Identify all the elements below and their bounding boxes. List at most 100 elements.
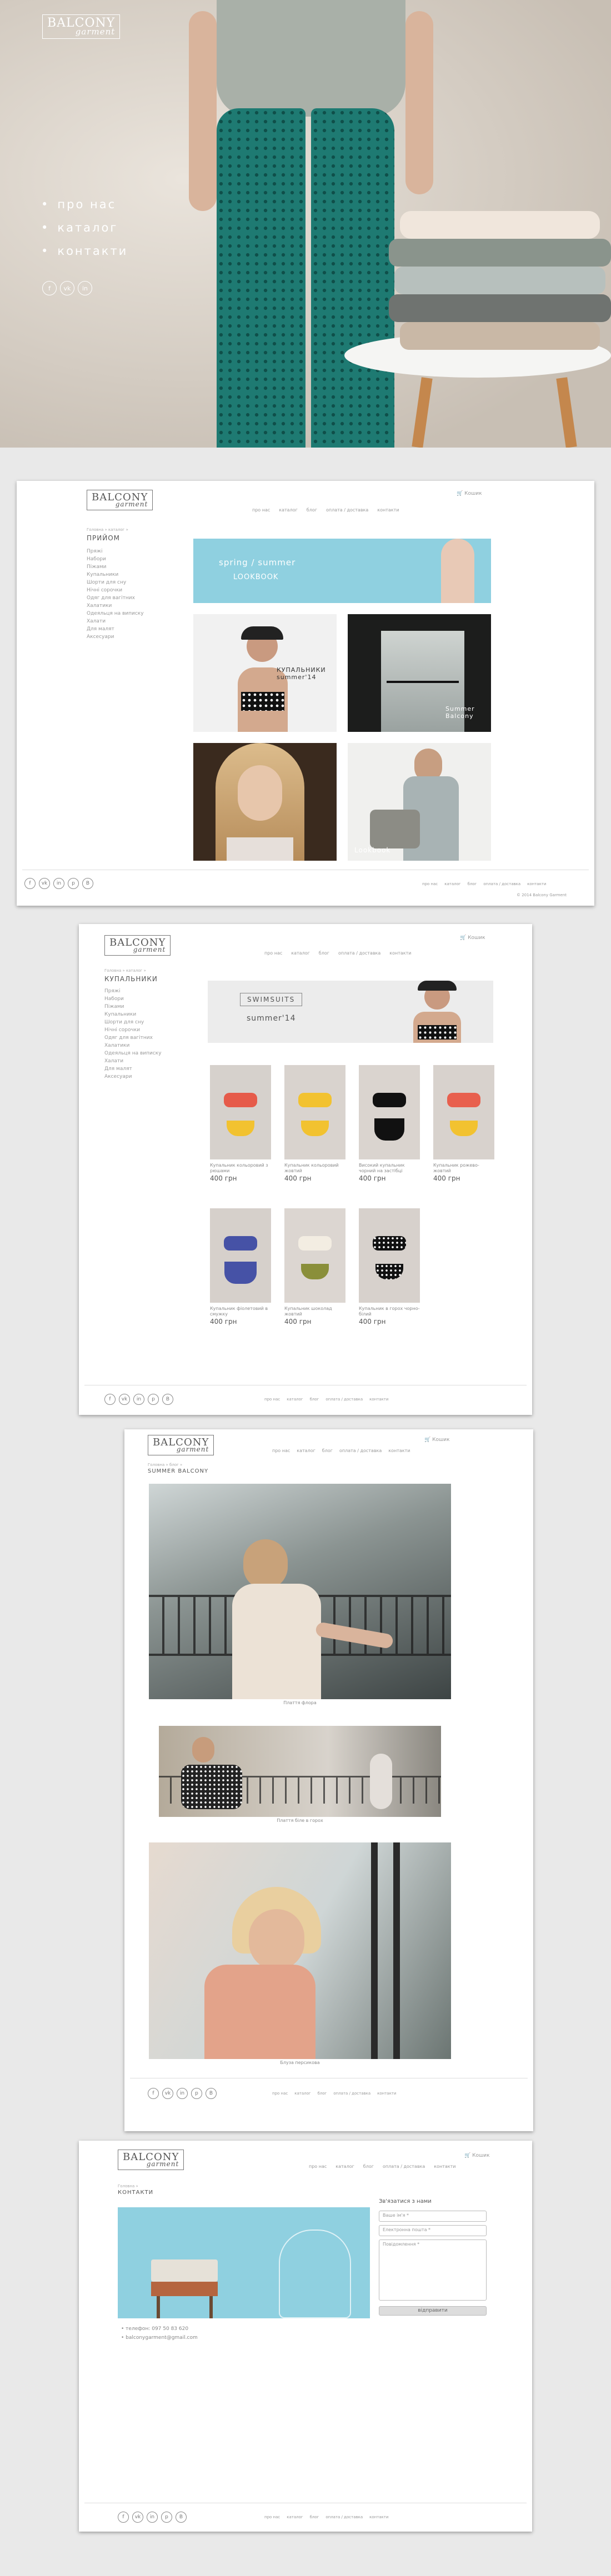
product-card[interactable]: Купальник кольоровий жовтий 400 грн [284, 1065, 345, 1182]
product-card[interactable]: Купальник фіолетовий в смужку 400 грн [210, 1208, 271, 1325]
pinterest-icon[interactable]: p [68, 878, 79, 889]
instagram-icon[interactable]: in [177, 2088, 188, 2099]
sidebar-item[interactable]: Халатики [87, 603, 144, 609]
sidebar-item[interactable]: Нічні сорочки [104, 1027, 162, 1033]
nav-about[interactable]: про нас [264, 951, 282, 956]
nav-catalog[interactable]: каталог [297, 1448, 315, 1453]
nav-blog[interactable]: блог [319, 951, 329, 956]
footer-nav-catalog[interactable]: каталог [444, 882, 460, 886]
sidebar-item[interactable]: Купальники [104, 1012, 162, 1017]
vk-icon[interactable]: vk [162, 2088, 173, 2099]
send-button[interactable]: відправити [379, 2306, 487, 2316]
facebook-icon[interactable]: f [104, 1394, 116, 1405]
nav-about[interactable]: про нас [252, 508, 270, 513]
blog-icon[interactable]: B [206, 2088, 217, 2099]
product-card[interactable]: Купальник шоколад жовтий 400 грн [284, 1208, 345, 1325]
lookbook-tile[interactable]: Lookbook [348, 743, 491, 861]
footer-nav-blog[interactable]: блог [468, 882, 477, 886]
nav-catalog[interactable]: каталог [279, 508, 298, 513]
footer-nav-about[interactable]: про нас [264, 2515, 280, 2519]
portrait-tile[interactable] [193, 743, 337, 861]
nav-delivery[interactable]: оплата / доставка [383, 2164, 425, 2169]
blog-icon[interactable]: B [162, 1394, 173, 1405]
footer-nav-about[interactable]: про нас [422, 882, 438, 886]
product-card[interactable]: Купальник кольоровий з рюшами 400 грн [210, 1065, 271, 1182]
blog-photo-2[interactable] [159, 1726, 441, 1817]
logo[interactable]: BALCONY garment [87, 490, 153, 510]
pinterest-icon[interactable]: p [161, 2512, 172, 2523]
instagram-icon[interactable]: in [53, 878, 64, 889]
vk-icon[interactable]: vk [119, 1394, 130, 1405]
footer-nav-contacts[interactable]: контакти [369, 2515, 388, 2519]
product-card[interactable]: Купальник в горох чорно-білий 400 грн [359, 1208, 420, 1325]
nav-contacts[interactable]: контакти [377, 508, 399, 513]
footer-nav-delivery[interactable]: оплата / доставка [325, 2515, 363, 2519]
sidebar-item[interactable]: Одяг для вагітних [104, 1035, 162, 1041]
facebook-icon[interactable]: f [42, 281, 57, 295]
vk-icon[interactable]: vk [132, 2512, 143, 2523]
footer-nav-contacts[interactable]: контакти [369, 1397, 388, 1402]
facebook-icon[interactable]: f [148, 2088, 159, 2099]
sidebar-item[interactable]: Для малят [104, 1066, 162, 1072]
instagram-icon[interactable]: in [133, 1394, 144, 1405]
sidebar-item[interactable]: Одяг для вагітних [87, 595, 144, 601]
cart[interactable]: 🛒 Кошик [424, 1437, 450, 1443]
footer-nav-blog[interactable]: блог [310, 2515, 319, 2519]
nav-contacts[interactable]: контакти [388, 1448, 410, 1453]
sidebar-item[interactable]: Халатики [104, 1043, 162, 1048]
nav-blog[interactable]: блог [363, 2164, 374, 2169]
sidebar-item[interactable]: Піжами [87, 564, 144, 570]
nav-catalog[interactable]: каталог [335, 2164, 354, 2169]
hero-menu-contacts[interactable]: контакти [41, 244, 128, 258]
message-field[interactable]: Повідомлення * [379, 2239, 487, 2301]
sidebar-item[interactable]: Одеяльця на виписку [87, 611, 144, 616]
facebook-icon[interactable]: f [24, 878, 36, 889]
sidebar-item[interactable]: Для малят [87, 626, 144, 632]
cart[interactable]: 🛒 Кошик [464, 2153, 490, 2158]
nav-delivery[interactable]: оплата / доставка [338, 951, 380, 956]
sidebar-item[interactable]: Піжами [104, 1004, 162, 1010]
logo[interactable]: BALCONY garment [104, 935, 171, 956]
sidebar-item[interactable]: Аксесуари [87, 634, 144, 640]
lookbook-banner[interactable]: spring / summer LOOKBOOK [193, 539, 491, 603]
vk-icon[interactable]: vk [39, 878, 50, 889]
sidebar-item[interactable]: Халати [104, 1058, 162, 1064]
blog-icon[interactable]: B [176, 2512, 187, 2523]
sidebar-item[interactable]: Одеяльця на виписку [104, 1051, 162, 1056]
blog-icon[interactable]: B [82, 878, 93, 889]
nav-contacts[interactable]: контакти [434, 2164, 455, 2169]
nav-about[interactable]: про нас [272, 1448, 290, 1453]
facebook-icon[interactable]: f [118, 2512, 129, 2523]
logo[interactable]: BALCONY garment [148, 1435, 214, 1455]
sidebar-item[interactable]: Аксесуари [104, 1074, 162, 1079]
nav-blog[interactable]: блог [307, 508, 317, 513]
nav-about[interactable]: про нас [309, 2164, 327, 2169]
cart[interactable]: 🛒 Кошик [457, 491, 482, 496]
footer-nav-contacts[interactable]: контакти [377, 2091, 396, 2096]
nav-contacts[interactable]: контакти [389, 951, 411, 956]
sidebar-item[interactable]: Халати [87, 619, 144, 624]
pinterest-icon[interactable]: p [148, 1394, 159, 1405]
sidebar-item[interactable]: Купальники [87, 572, 144, 578]
sidebar-item[interactable]: Набори [87, 556, 144, 562]
instagram-icon[interactable]: in [78, 281, 92, 295]
hero-logo[interactable]: BALCONY garment [42, 14, 121, 39]
summer-balcony-tile[interactable]: Summer Balcony [348, 614, 491, 732]
footer-nav-delivery[interactable]: оплата / доставка [483, 882, 520, 886]
sidebar-item[interactable]: Пряжі [87, 549, 144, 554]
logo[interactable]: BALCONY garment [118, 2150, 184, 2170]
footer-nav-catalog[interactable]: каталог [287, 2515, 303, 2519]
hero-menu-about[interactable]: про нас [41, 198, 128, 211]
footer-nav-catalog[interactable]: каталог [287, 1397, 303, 1402]
blog-photo-1[interactable] [149, 1484, 451, 1699]
cart[interactable]: 🛒 Кошик [460, 935, 485, 941]
swimsuits-banner[interactable]: SWIMSUITS summer'14 [208, 981, 493, 1043]
nav-delivery[interactable]: оплата / доставка [326, 508, 368, 513]
sidebar-item[interactable]: Набори [104, 996, 162, 1002]
footer-nav-catalog[interactable]: каталог [294, 2091, 310, 2096]
nav-blog[interactable]: блог [322, 1448, 333, 1453]
footer-nav-contacts[interactable]: контакти [527, 882, 546, 886]
vk-icon[interactable]: vk [60, 281, 74, 295]
blog-photo-3[interactable] [149, 1842, 451, 2059]
hero-menu-catalog[interactable]: каталог [41, 221, 128, 234]
